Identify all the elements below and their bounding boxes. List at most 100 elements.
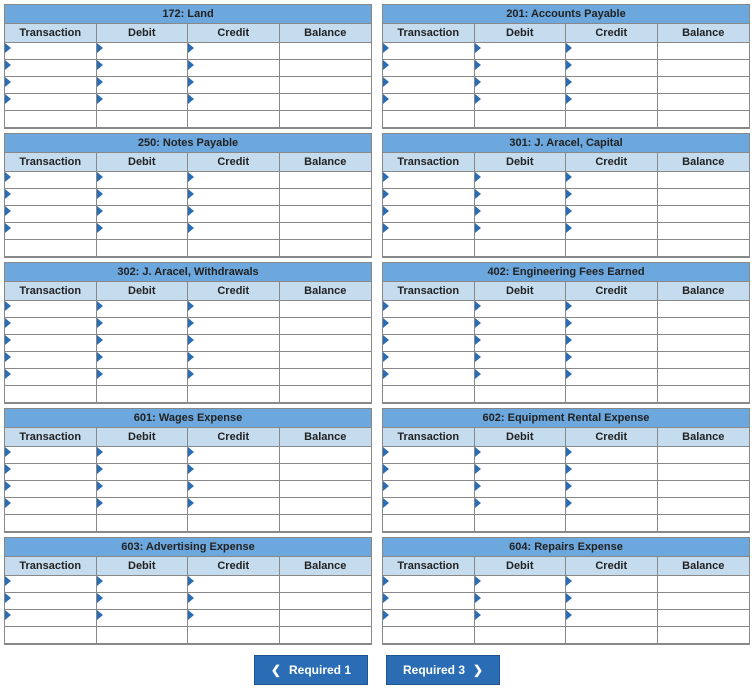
- debit-cell[interactable]: [475, 94, 567, 111]
- debit-cell[interactable]: [97, 94, 189, 111]
- credit-cell[interactable]: [566, 60, 658, 77]
- credit-cell[interactable]: [566, 610, 658, 627]
- debit-cell[interactable]: [97, 206, 189, 223]
- transaction-cell[interactable]: [5, 43, 97, 60]
- credit-cell[interactable]: [188, 447, 280, 464]
- transaction-cell[interactable]: [5, 223, 97, 240]
- debit-cell[interactable]: [97, 223, 189, 240]
- credit-cell[interactable]: [188, 172, 280, 189]
- debit-cell[interactable]: [97, 576, 189, 593]
- transaction-cell[interactable]: [383, 223, 475, 240]
- transaction-cell[interactable]: [383, 447, 475, 464]
- credit-cell[interactable]: [188, 206, 280, 223]
- credit-cell[interactable]: [566, 335, 658, 352]
- credit-cell[interactable]: [566, 593, 658, 610]
- credit-cell[interactable]: [566, 172, 658, 189]
- debit-cell[interactable]: [475, 60, 567, 77]
- credit-cell[interactable]: [188, 223, 280, 240]
- transaction-cell[interactable]: [383, 369, 475, 386]
- credit-cell[interactable]: [188, 498, 280, 515]
- transaction-cell[interactable]: [5, 172, 97, 189]
- transaction-cell[interactable]: [383, 301, 475, 318]
- credit-cell[interactable]: [566, 43, 658, 60]
- transaction-cell[interactable]: [5, 447, 97, 464]
- credit-cell[interactable]: [566, 206, 658, 223]
- credit-cell[interactable]: [188, 94, 280, 111]
- transaction-cell[interactable]: [5, 369, 97, 386]
- transaction-cell[interactable]: [383, 189, 475, 206]
- debit-cell[interactable]: [475, 206, 567, 223]
- transaction-cell[interactable]: [5, 464, 97, 481]
- credit-cell[interactable]: [188, 77, 280, 94]
- debit-cell[interactable]: [475, 464, 567, 481]
- debit-cell[interactable]: [97, 172, 189, 189]
- transaction-cell[interactable]: [5, 610, 97, 627]
- transaction-cell[interactable]: [383, 481, 475, 498]
- transaction-cell[interactable]: [383, 464, 475, 481]
- debit-cell[interactable]: [475, 576, 567, 593]
- debit-cell[interactable]: [475, 352, 567, 369]
- transaction-cell[interactable]: [383, 77, 475, 94]
- credit-cell[interactable]: [188, 189, 280, 206]
- debit-cell[interactable]: [97, 464, 189, 481]
- transaction-cell[interactable]: [5, 318, 97, 335]
- transaction-cell[interactable]: [5, 498, 97, 515]
- transaction-cell[interactable]: [383, 498, 475, 515]
- transaction-cell[interactable]: [383, 593, 475, 610]
- transaction-cell[interactable]: [5, 77, 97, 94]
- credit-cell[interactable]: [566, 369, 658, 386]
- credit-cell[interactable]: [188, 464, 280, 481]
- transaction-cell[interactable]: [383, 318, 475, 335]
- debit-cell[interactable]: [97, 481, 189, 498]
- debit-cell[interactable]: [97, 369, 189, 386]
- debit-cell[interactable]: [475, 335, 567, 352]
- debit-cell[interactable]: [475, 223, 567, 240]
- debit-cell[interactable]: [475, 481, 567, 498]
- transaction-cell[interactable]: [383, 576, 475, 593]
- credit-cell[interactable]: [188, 369, 280, 386]
- debit-cell[interactable]: [97, 447, 189, 464]
- credit-cell[interactable]: [566, 464, 658, 481]
- credit-cell[interactable]: [566, 301, 658, 318]
- transaction-cell[interactable]: [5, 301, 97, 318]
- debit-cell[interactable]: [97, 301, 189, 318]
- debit-cell[interactable]: [97, 318, 189, 335]
- debit-cell[interactable]: [97, 610, 189, 627]
- transaction-cell[interactable]: [383, 43, 475, 60]
- credit-cell[interactable]: [188, 335, 280, 352]
- credit-cell[interactable]: [566, 481, 658, 498]
- debit-cell[interactable]: [475, 593, 567, 610]
- transaction-cell[interactable]: [383, 206, 475, 223]
- debit-cell[interactable]: [97, 43, 189, 60]
- debit-cell[interactable]: [97, 352, 189, 369]
- debit-cell[interactable]: [475, 369, 567, 386]
- credit-cell[interactable]: [566, 447, 658, 464]
- debit-cell[interactable]: [475, 301, 567, 318]
- credit-cell[interactable]: [188, 576, 280, 593]
- credit-cell[interactable]: [566, 77, 658, 94]
- debit-cell[interactable]: [97, 498, 189, 515]
- transaction-cell[interactable]: [383, 172, 475, 189]
- credit-cell[interactable]: [566, 318, 658, 335]
- transaction-cell[interactable]: [5, 481, 97, 498]
- credit-cell[interactable]: [188, 352, 280, 369]
- debit-cell[interactable]: [475, 77, 567, 94]
- credit-cell[interactable]: [566, 352, 658, 369]
- transaction-cell[interactable]: [5, 593, 97, 610]
- credit-cell[interactable]: [566, 576, 658, 593]
- transaction-cell[interactable]: [5, 189, 97, 206]
- credit-cell[interactable]: [566, 189, 658, 206]
- next-button[interactable]: Required 3 ❯: [386, 655, 500, 685]
- transaction-cell[interactable]: [5, 576, 97, 593]
- transaction-cell[interactable]: [5, 352, 97, 369]
- transaction-cell[interactable]: [5, 60, 97, 77]
- transaction-cell[interactable]: [383, 94, 475, 111]
- debit-cell[interactable]: [97, 77, 189, 94]
- debit-cell[interactable]: [475, 498, 567, 515]
- prev-button[interactable]: ❮ Required 1: [254, 655, 368, 685]
- debit-cell[interactable]: [475, 43, 567, 60]
- debit-cell[interactable]: [475, 172, 567, 189]
- transaction-cell[interactable]: [383, 335, 475, 352]
- credit-cell[interactable]: [566, 223, 658, 240]
- debit-cell[interactable]: [475, 318, 567, 335]
